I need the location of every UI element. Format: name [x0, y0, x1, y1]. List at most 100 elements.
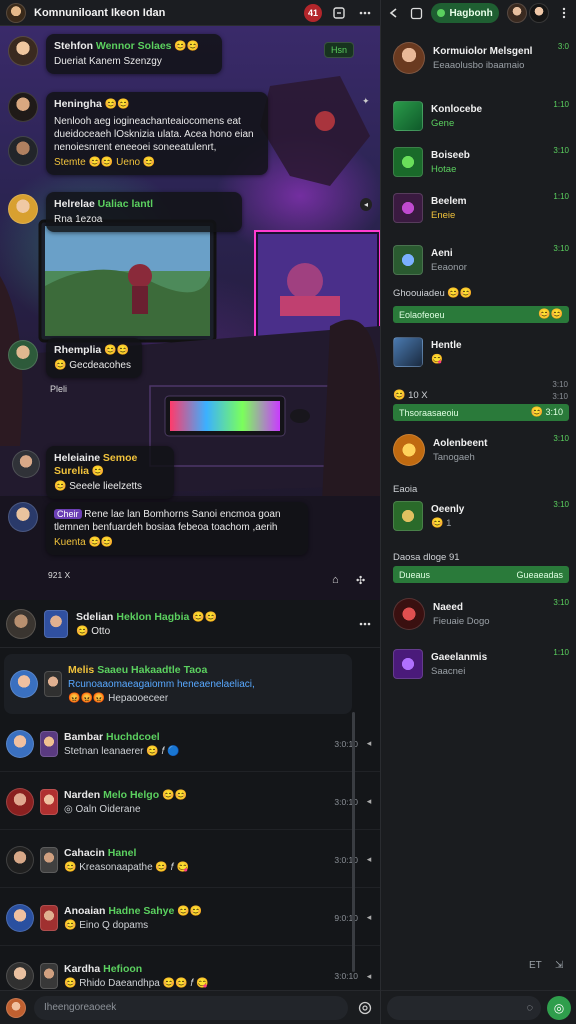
avatar[interactable]	[6, 962, 34, 990]
contact-item[interactable]: Hentle 😋	[381, 330, 576, 374]
sender-tag: Heklon Hagbia	[116, 610, 190, 623]
notification-badge[interactable]: 41	[304, 3, 322, 22]
contact-item[interactable]: Aolenbeent Tanogaeh 3:10	[381, 428, 576, 472]
contact-item[interactable]: Oeenly 😊 1 3:10	[381, 494, 576, 538]
back-icon[interactable]	[387, 4, 401, 22]
message-text: Rcunoaaomaeagaiomm heneaenelaeliaci,	[68, 679, 255, 690]
send-icon[interactable]: ◎	[547, 995, 571, 1020]
sender-tag: Hefioon	[103, 963, 143, 975]
chevron-icon[interactable]: ◂	[360, 198, 373, 211]
contact-item[interactable]: Kormuiolor Melsgenl Eeaaolusbo ibaamaio 3…	[381, 36, 576, 80]
avatar[interactable]	[8, 502, 38, 532]
chevron-icon[interactable]: ◂	[364, 796, 374, 807]
chevron-icon[interactable]: ◂	[364, 854, 374, 865]
avatar[interactable]	[6, 903, 34, 932]
list-item[interactable]: Bambar Huchdcoel Stetnan leanaerer 😊 𝑓 🔵…	[0, 716, 380, 772]
video-call-icon[interactable]	[330, 4, 348, 22]
group-avatar[interactable]	[6, 2, 26, 23]
notification-text: Gueaeadas	[516, 569, 563, 580]
message-text: Dueriat Kanem Szenzgy	[54, 56, 162, 67]
more-options-icon[interactable]	[356, 615, 374, 633]
chevron-icon[interactable]: ◂	[364, 912, 374, 923]
avatar[interactable]	[6, 845, 34, 874]
avatar[interactable]	[6, 729, 34, 758]
avatar[interactable]	[8, 92, 38, 122]
list-item[interactable]: Cahacin Hanel 😊 Kreasonaapathe 😊 𝑓 😋 3:0…	[0, 832, 380, 888]
contacts-composer: ◌ ◎	[381, 990, 576, 1024]
message-input[interactable]: Iheengoreaoeek	[34, 995, 348, 1020]
contact-item[interactable]: Gaeelanmis Saacnei 1:10	[381, 642, 576, 686]
contact-item[interactable]: Boiseeb Hotae 3:10	[381, 140, 576, 184]
thumbnail	[40, 846, 58, 873]
message-text: Rna 1ezoa	[54, 214, 103, 225]
avatar[interactable]	[8, 136, 38, 166]
game-icon	[393, 598, 425, 630]
sender-name: Rhemplia	[54, 344, 102, 356]
chevron-icon[interactable]: ✦	[362, 96, 370, 107]
contact-item[interactable]: Konlocebe Gene 1:10	[381, 94, 576, 138]
message-bubble[interactable]: Heleiaine Semoe Surelia 😊 😊 Seeele lieel…	[46, 446, 174, 499]
contact-status: Eeaaolusbo ibaamaio	[433, 59, 525, 71]
pinned-message[interactable]: Sdelian Heklon Hagbia 😊😊 😊 Otto	[0, 600, 380, 648]
avatar[interactable]	[6, 608, 36, 639]
sender-name: Heningha	[54, 98, 102, 110]
chat-icon[interactable]	[409, 4, 423, 22]
chevron-icon[interactable]: ◂	[364, 971, 374, 982]
avatar[interactable]	[8, 36, 38, 66]
message-text: Kuenta	[54, 537, 86, 548]
channel-pill[interactable]: Hagbonh	[431, 3, 499, 23]
avatar[interactable]	[528, 3, 549, 23]
message-text: Nenlooh aeg iogineachanteaiocomens eat d…	[54, 116, 254, 153]
list-item[interactable]: Melis Saaeu Hakaadtle Taoa Rcunoaaomaeag…	[4, 654, 352, 714]
contact-status: Hotae	[431, 163, 457, 175]
sender-tag: Ualiac lantl	[97, 198, 154, 210]
avatar[interactable]	[506, 3, 527, 23]
avatar[interactable]	[10, 670, 38, 698]
avatar[interactable]	[8, 340, 38, 370]
contact-name: Hentle	[431, 339, 462, 351]
notification-bar[interactable]: Eolaofeoeu 😊😊	[393, 306, 569, 323]
sender-name: Helrelae	[54, 198, 95, 210]
more-options-icon[interactable]	[356, 4, 374, 22]
message-text: Gecdeacohes	[69, 360, 131, 371]
notification-bar[interactable]: Thsoraasaeoiu 😊 3:10	[393, 404, 569, 421]
home-icon[interactable]: ⌂	[332, 574, 339, 586]
expand-icon[interactable]: ⇲	[555, 960, 563, 971]
avatar[interactable]	[6, 997, 26, 1018]
chat-title[interactable]: Komnuniloant Ikeon Idan	[34, 7, 296, 19]
message-time: 3:0:10	[334, 971, 358, 981]
chat-wallpaper: Stehfon Wennor Solaes 😊😊 Dueriat Kanem S…	[0, 26, 380, 600]
emoji-icon[interactable]	[356, 999, 374, 1017]
section-label: Ghoouiadeu 😊😊	[393, 288, 473, 299]
thumbnail	[40, 963, 58, 989]
message-bubble[interactable]: Rhemplia 😊😊 😊 Gecdeacohes	[46, 338, 142, 378]
notification-bar[interactable]: Dueaus Gueaeadas	[393, 566, 569, 583]
avatar[interactable]	[12, 450, 40, 478]
game-icon	[393, 434, 425, 466]
more-options-icon[interactable]	[557, 4, 571, 22]
message-bubble[interactable]: Heningha 😊😊 Nenlooh aeg iogineachanteaio…	[46, 92, 268, 175]
avatar[interactable]	[6, 787, 34, 816]
message-bubble[interactable]: Stehfon Wennor Solaes 😊😊 Dueriat Kanem S…	[46, 34, 222, 74]
contact-item[interactable]: Aeni Eeaonor 3:10	[381, 238, 576, 282]
scrollbar[interactable]	[352, 712, 355, 972]
list-item[interactable]: Narden Melo Helgo 😊😊 ◎ Oaln Oiderane 3:0…	[0, 774, 380, 830]
contact-item[interactable]: Beelem Eneie 1:10	[381, 186, 576, 230]
sender-name: Heleiaine	[54, 452, 101, 464]
contact-item[interactable]: Naeed Fieuaie Dogo 3:10	[381, 592, 576, 636]
list-item[interactable]: Anoaian Hadne Sahye 😊😊 😊 Eino Q dopams 9…	[0, 890, 380, 946]
settings-icon[interactable]: ✣	[356, 574, 365, 587]
section-label-text: 10 X	[408, 390, 428, 401]
sender-name: Sdelian	[76, 610, 114, 623]
message-bubble[interactable]: Cheir Rene lae lan Bomhorns Sanoi encmoa…	[46, 502, 308, 555]
sender-name: Anoaian	[64, 904, 106, 917]
message-text: Kreasonaapathe	[79, 861, 153, 873]
reply-button[interactable]: Hsn	[324, 42, 355, 58]
notification-text: Dueaus	[399, 569, 431, 580]
search-input[interactable]: ◌	[387, 995, 541, 1020]
notification-time: 3:10	[545, 407, 563, 417]
chevron-icon[interactable]: ◂	[364, 738, 374, 749]
contact-time: 3:0	[557, 42, 569, 51]
avatar[interactable]	[8, 194, 38, 224]
message-bubble[interactable]: Helrelae Ualiac lantl Rna 1ezoa	[46, 192, 242, 232]
